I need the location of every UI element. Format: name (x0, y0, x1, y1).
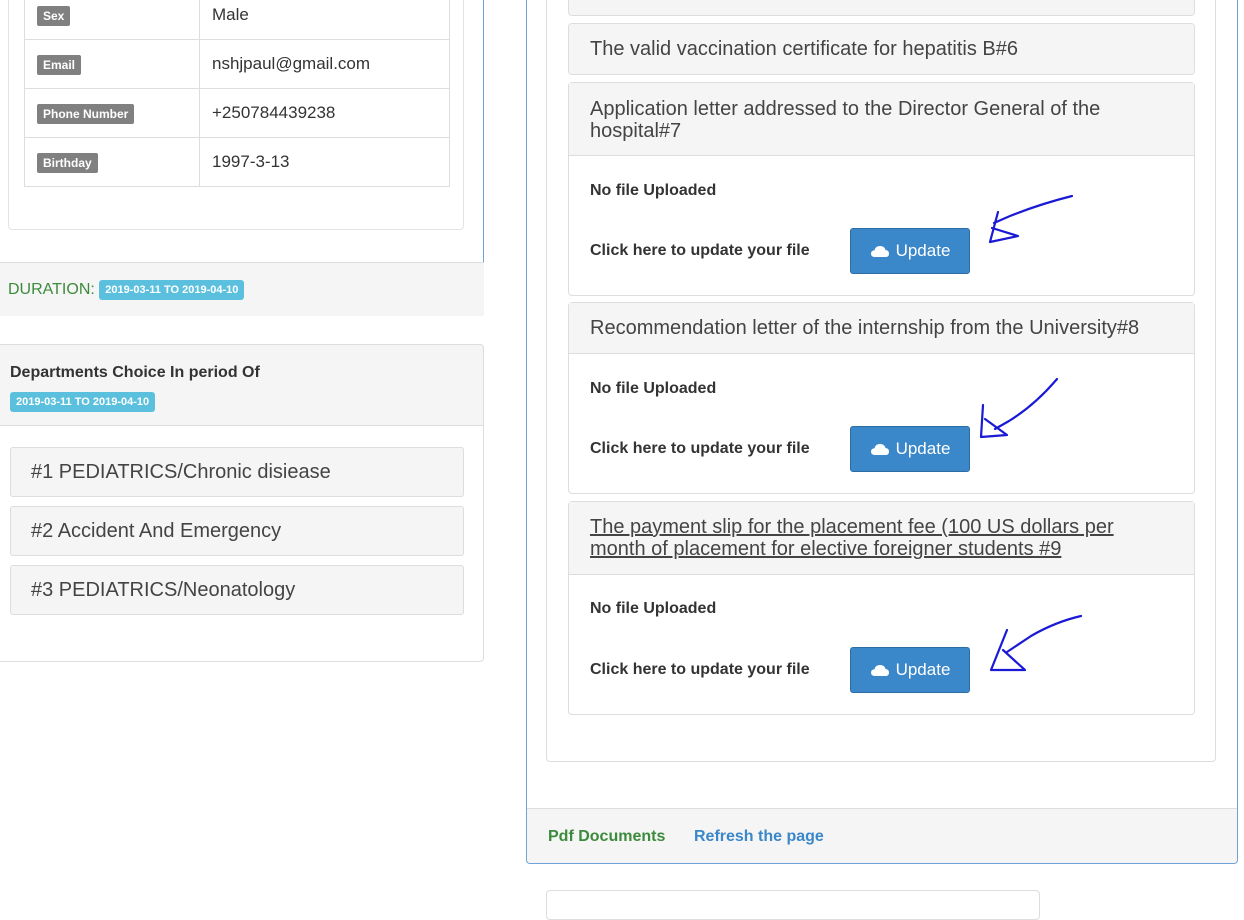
phone-label: Phone Number (37, 103, 135, 124)
update-button-label: Update (895, 241, 951, 260)
document-card-previous (568, 0, 1195, 16)
phone-value: +250784439238 (199, 88, 450, 138)
upload-status: No file Uploaded (590, 380, 717, 397)
cloud-icon (870, 246, 889, 257)
document-title[interactable]: The payment slip for the placement fee (… (590, 516, 1114, 560)
document-body: No file Uploaded Click here to update yo… (569, 156, 1194, 296)
duration-label: DURATION: (8, 281, 95, 299)
email-label: Email (37, 54, 82, 75)
cloud-icon (870, 444, 889, 455)
next-panel-stub (546, 890, 1040, 920)
departments-period: 2019-03-11 TO 2019-04-10 (10, 392, 156, 412)
duration-badge: 2019-03-11 TO 2019-04-10 (99, 280, 245, 300)
cloud-icon (870, 665, 889, 676)
update-prompt: Click here to update your file (590, 661, 810, 678)
table-row: Phone Number +250784439238 (24, 88, 450, 138)
birthday-value: 1997-3-13 (199, 137, 450, 187)
departments-title: Departments Choice In period Of (10, 364, 260, 381)
duration: DURATION: 2019-03-11 TO 2019-04-10 (8, 280, 245, 300)
document-body: No file Uploaded Click here to update yo… (569, 575, 1194, 714)
document-card-9: The payment slip for the placement fee (… (568, 501, 1195, 715)
document-title: The valid vaccination certificate for he… (569, 24, 1194, 74)
hand-drawn-arrow-icon (979, 377, 1059, 439)
departments-heading (0, 344, 484, 426)
table-row: Email nshjpaul@gmail.com (24, 39, 450, 89)
upload-status: No file Uploaded (590, 600, 717, 617)
department-item-1[interactable]: #1 PEDIATRICS/Chronic disiease (10, 447, 464, 497)
update-button-label: Update (895, 439, 951, 458)
table-row: Birthday 1997-3-13 (24, 137, 450, 187)
hand-drawn-arrow-icon (988, 194, 1074, 244)
update-button[interactable]: Update (850, 647, 970, 693)
birthday-label: Birthday (37, 152, 98, 173)
update-button-label: Update (895, 660, 951, 679)
department-item-3[interactable]: #3 PEDIATRICS/Neonatology (10, 565, 464, 615)
document-title: Application letter addressed to the Dire… (569, 83, 1194, 156)
pdf-documents-label: Pdf Documents (548, 828, 666, 845)
department-item-2[interactable]: #2 Accident And Emergency (10, 506, 464, 556)
document-card-6: The valid vaccination certificate for he… (568, 23, 1195, 75)
sex-label: Sex (37, 5, 71, 26)
sex-value: Male (199, 0, 450, 40)
document-body: No file Uploaded Click here to update yo… (569, 354, 1194, 493)
update-button[interactable]: Update (850, 426, 970, 472)
update-prompt: Click here to update your file (590, 242, 810, 259)
update-prompt: Click here to update your file (590, 440, 810, 457)
update-button[interactable]: Update (850, 228, 970, 274)
profile-info-table: Sex Male Email nshjpaul@gmail.com Phone … (24, 0, 450, 187)
table-row: Sex Male (24, 0, 450, 40)
document-title-link[interactable]: The payment slip for the placement fee (… (569, 502, 1194, 575)
refresh-page-link[interactable]: Refresh the page (694, 828, 824, 846)
period-badge: 2019-03-11 TO 2019-04-10 (10, 392, 156, 412)
document-card-7: Application letter addressed to the Dire… (568, 82, 1195, 296)
document-card-8: Recommendation letter of the internship … (568, 302, 1195, 494)
document-title: Recommendation letter of the internship … (569, 303, 1194, 354)
email-value: nshjpaul@gmail.com (199, 39, 450, 89)
hand-drawn-arrow-icon (989, 614, 1083, 672)
upload-status: No file Uploaded (590, 182, 717, 199)
